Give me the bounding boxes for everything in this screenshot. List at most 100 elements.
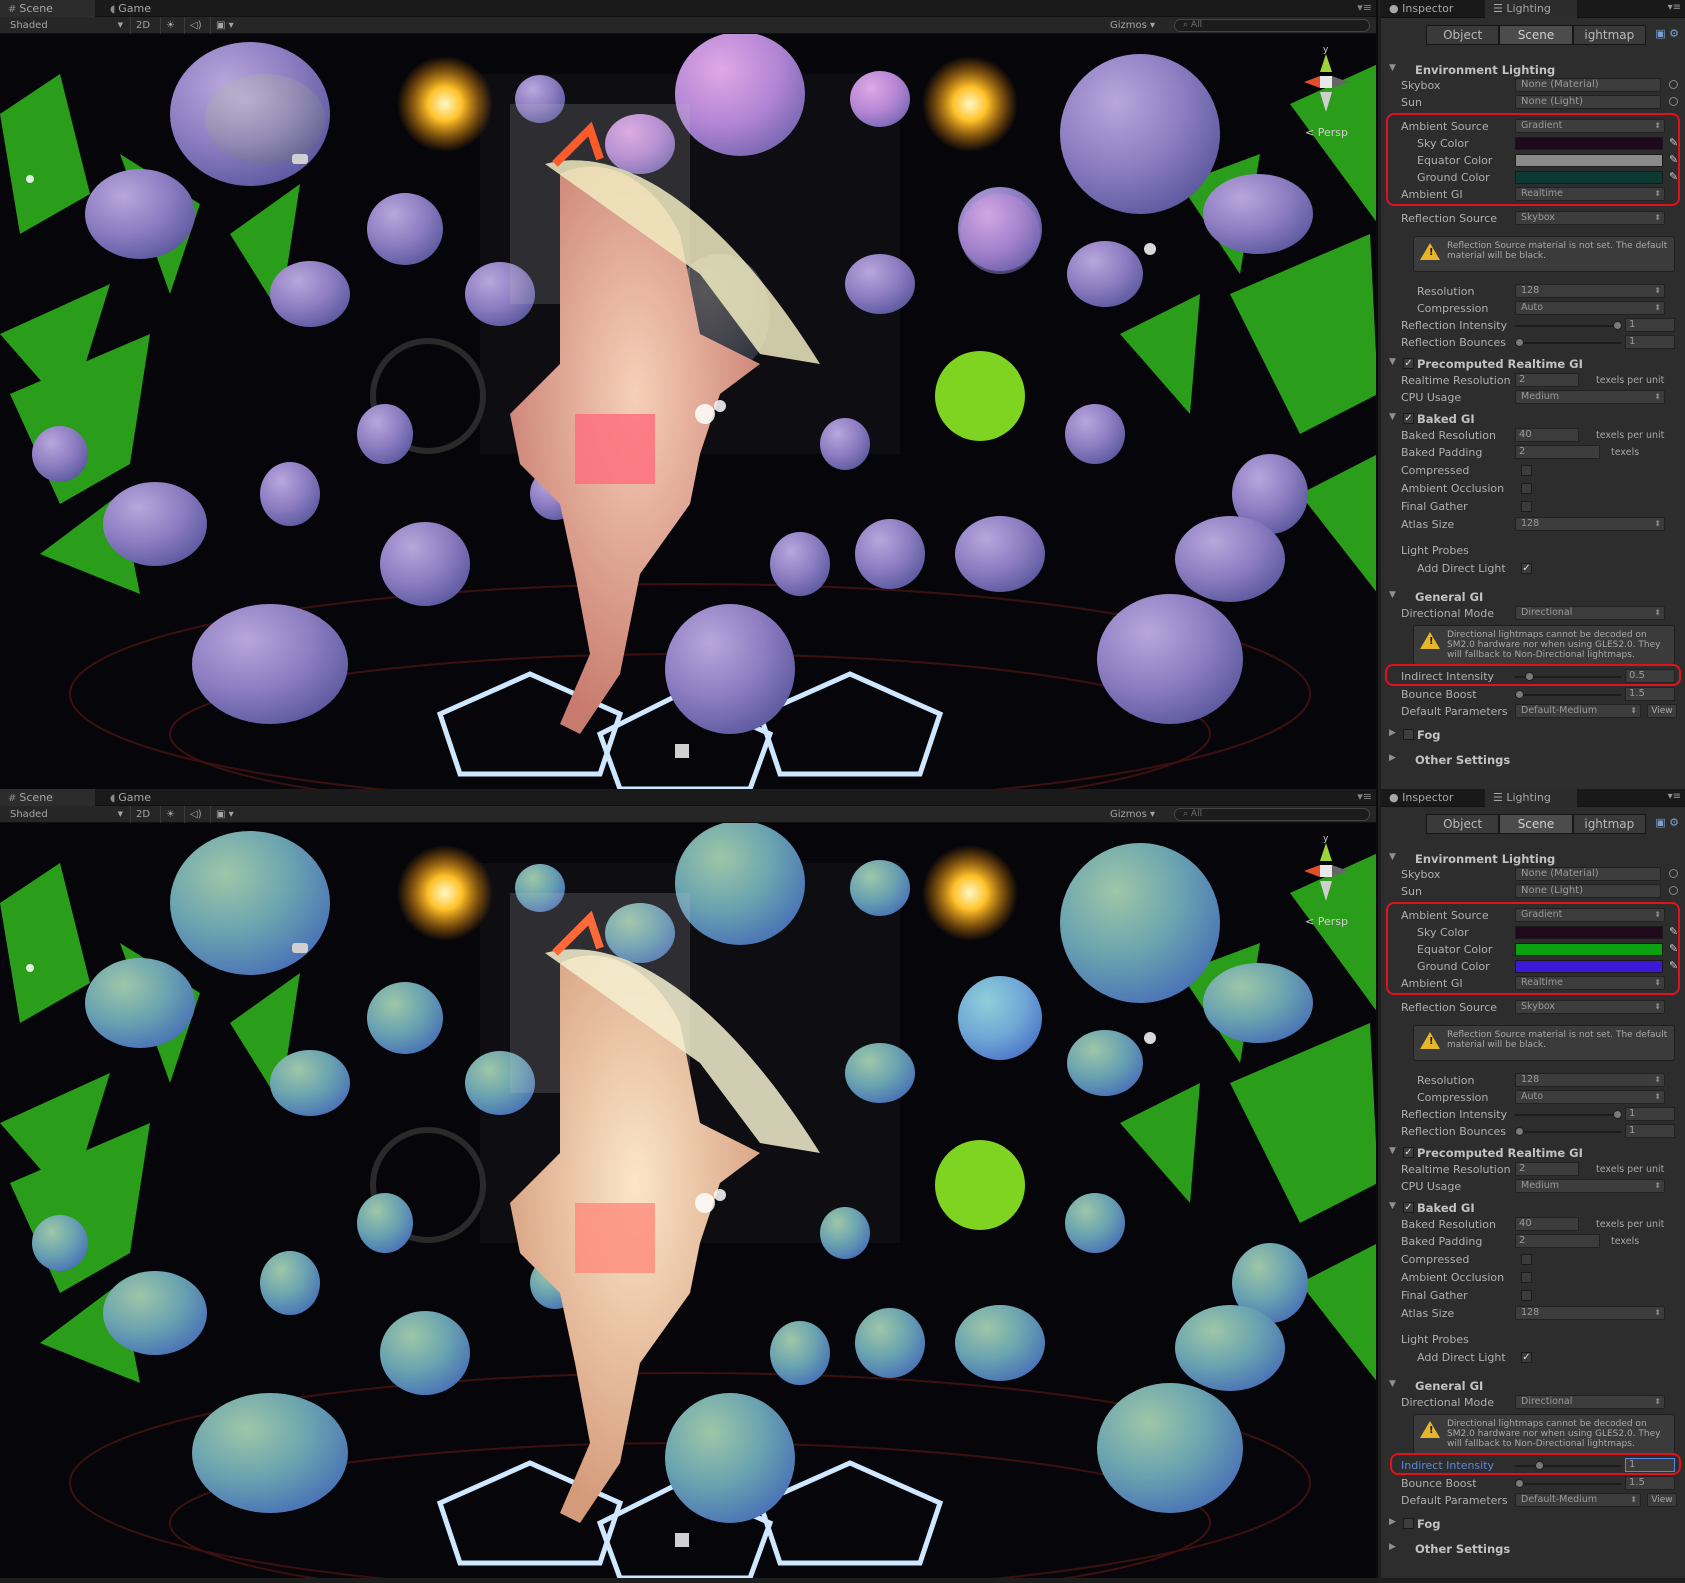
default-parameters-dropdown[interactable]: Default-Medium ⬍ [1515,704,1641,718]
slider-knob[interactable] [1515,690,1524,699]
slider-knob[interactable] [1613,1110,1622,1119]
seg-object[interactable]: Object [1426,25,1500,45]
baked-gi-checkbox[interactable]: ✓ [1403,413,1414,424]
reflection-intensity-field[interactable]: 1 [1625,1107,1675,1121]
baked-resolution-field[interactable]: 40 [1515,1217,1579,1231]
object-picker-icon[interactable] [1669,886,1678,895]
slider-knob[interactable] [1515,1479,1524,1488]
precomputed-gi-checkbox[interactable]: ✓ [1403,1147,1414,1158]
baked-resolution-field[interactable]: 40 [1515,428,1579,442]
settings-gear-icon[interactable]: ▣ ⚙ [1655,27,1679,40]
seg-scene[interactable]: Scene [1499,25,1573,45]
default-parameters-dropdown[interactable]: Default-Medium ⬍ [1515,1493,1641,1507]
slider-knob[interactable] [1515,338,1524,347]
effects-dropdown-icon[interactable]: ▣ ▾ [210,806,239,823]
baked-gi-header[interactable]: ▼ ✓ Baked GI [1381,1199,1685,1217]
directional-mode-dropdown[interactable]: Directional ⬍ [1515,1395,1665,1409]
scene-render-top[interactable]: y < Persp [0,32,1376,789]
final-gather-checkbox[interactable] [1521,501,1532,512]
tab-scene[interactable]: # Scene [0,0,95,17]
tab-game[interactable]: ◖ Game [102,0,192,17]
projection-label[interactable]: < Persp [1305,915,1348,928]
fog-header[interactable]: ▶ Fog [1381,726,1685,744]
object-picker-icon[interactable] [1669,97,1678,106]
final-gather-checkbox[interactable] [1521,1290,1532,1301]
reflection-intensity-field[interactable]: 1 [1625,318,1675,332]
precomputed-gi-header[interactable]: ▼ ✓ Precomputed Realtime GI [1381,355,1685,373]
directional-mode-dropdown[interactable]: Directional ⬍ [1515,606,1665,620]
scene-render-bottom[interactable]: y < Persp [0,821,1376,1578]
reflection-intensity-slider[interactable] [1515,1110,1622,1119]
sun-field[interactable]: None (Light) [1515,95,1661,109]
tab-scene[interactable]: # Scene [0,789,95,806]
2d-toggle[interactable]: 2D [130,806,155,823]
view-button[interactable]: View [1647,1493,1677,1507]
panel-menu-icon[interactable]: ▾≡ [1668,791,1681,802]
compression-dropdown[interactable]: Auto ⬍ [1515,1090,1665,1104]
search-input[interactable]: ⌕ All [1174,808,1370,821]
compressed-checkbox[interactable] [1521,1254,1532,1265]
baked-gi-checkbox[interactable]: ✓ [1403,1202,1414,1213]
precomputed-gi-header[interactable]: ▼ ✓ Precomputed Realtime GI [1381,1144,1685,1162]
general-gi-header[interactable]: ▼ General GI [1381,1377,1685,1395]
baked-padding-field[interactable]: 2 [1515,1234,1600,1248]
realtime-resolution-field[interactable]: 2 [1515,373,1579,387]
tab-game[interactable]: ◖ Game [102,789,192,806]
tab-inspector[interactable]: ● Inspector [1381,0,1481,18]
object-picker-icon[interactable] [1669,869,1678,878]
orientation-gizmo[interactable]: y [1296,42,1356,112]
tab-inspector[interactable]: ● Inspector [1381,789,1481,807]
compression-dropdown[interactable]: Auto ⬍ [1515,301,1665,315]
general-gi-header[interactable]: ▼ General GI [1381,588,1685,606]
ambient-occlusion-checkbox[interactable] [1521,483,1532,494]
atlas-size-dropdown[interactable]: 128 ⬍ [1515,1306,1665,1320]
shading-dropdown[interactable]: Shaded ▼ [10,806,125,823]
effects-dropdown-icon[interactable]: ▣ ▾ [210,17,239,34]
2d-toggle[interactable]: 2D [130,17,155,34]
reflection-bounces-slider[interactable] [1515,338,1621,347]
baked-gi-header[interactable]: ▼ ✓ Baked GI [1381,410,1685,428]
realtime-resolution-field[interactable]: 2 [1515,1162,1579,1176]
baked-padding-field[interactable]: 2 [1515,445,1600,459]
projection-label[interactable]: < Persp [1305,126,1348,139]
bounce-boost-field[interactable]: 1.5 [1625,687,1675,701]
gizmos-dropdown[interactable]: Gizmos ▾ [1110,806,1155,823]
add-direct-light-checkbox[interactable]: ✓ [1521,1352,1532,1363]
view-button[interactable]: View [1647,704,1677,718]
cpu-usage-dropdown[interactable]: Medium ⬍ [1515,1179,1665,1193]
precomputed-gi-checkbox[interactable]: ✓ [1403,358,1414,369]
cpu-usage-dropdown[interactable]: Medium ⬍ [1515,390,1665,404]
resolution-dropdown[interactable]: 128 ⬍ [1515,1073,1665,1087]
tab-lighting[interactable]: ☰ Lighting [1485,0,1577,18]
fog-header[interactable]: ▶ Fog [1381,1515,1685,1533]
bounce-boost-field[interactable]: 1.5 [1625,1476,1675,1490]
ambient-occlusion-checkbox[interactable] [1521,1272,1532,1283]
fog-checkbox[interactable] [1403,1518,1414,1529]
reflection-bounces-field[interactable]: 1 [1625,1124,1675,1138]
reflection-bounces-slider[interactable] [1515,1127,1621,1136]
settings-gear-icon[interactable]: ▣ ⚙ [1655,816,1679,829]
orientation-gizmo[interactable]: y [1296,831,1356,901]
audio-toggle-icon[interactable]: ◁) [184,806,207,823]
bounce-boost-slider[interactable] [1515,690,1621,699]
slider-knob[interactable] [1515,1127,1524,1136]
atlas-size-dropdown[interactable]: 128 ⬍ [1515,517,1665,531]
tab-menu-icon[interactable]: ▾≡ [1357,790,1372,803]
reflection-source-dropdown[interactable]: Skybox ⬍ [1515,211,1665,225]
search-input[interactable]: ⌕ All [1174,19,1370,32]
fog-checkbox[interactable] [1403,729,1414,740]
lighting-toggle-icon[interactable]: ☀ [160,17,180,34]
reflection-source-dropdown[interactable]: Skybox ⬍ [1515,1000,1665,1014]
shading-dropdown[interactable]: Shaded ▼ [10,17,125,34]
slider-knob[interactable] [1613,321,1622,330]
bounce-boost-slider[interactable] [1515,1479,1621,1488]
gizmos-dropdown[interactable]: Gizmos ▾ [1110,17,1155,34]
panel-menu-icon[interactable]: ▾≡ [1668,2,1681,13]
other-settings-header[interactable]: ▶ Other Settings [1381,751,1685,769]
skybox-field[interactable]: None (Material) [1515,867,1661,881]
tab-lighting[interactable]: ☰ Lighting [1485,789,1577,807]
skybox-field[interactable]: None (Material) [1515,78,1661,92]
compressed-checkbox[interactable] [1521,465,1532,476]
add-direct-light-checkbox[interactable]: ✓ [1521,563,1532,574]
other-settings-header[interactable]: ▶ Other Settings [1381,1540,1685,1558]
